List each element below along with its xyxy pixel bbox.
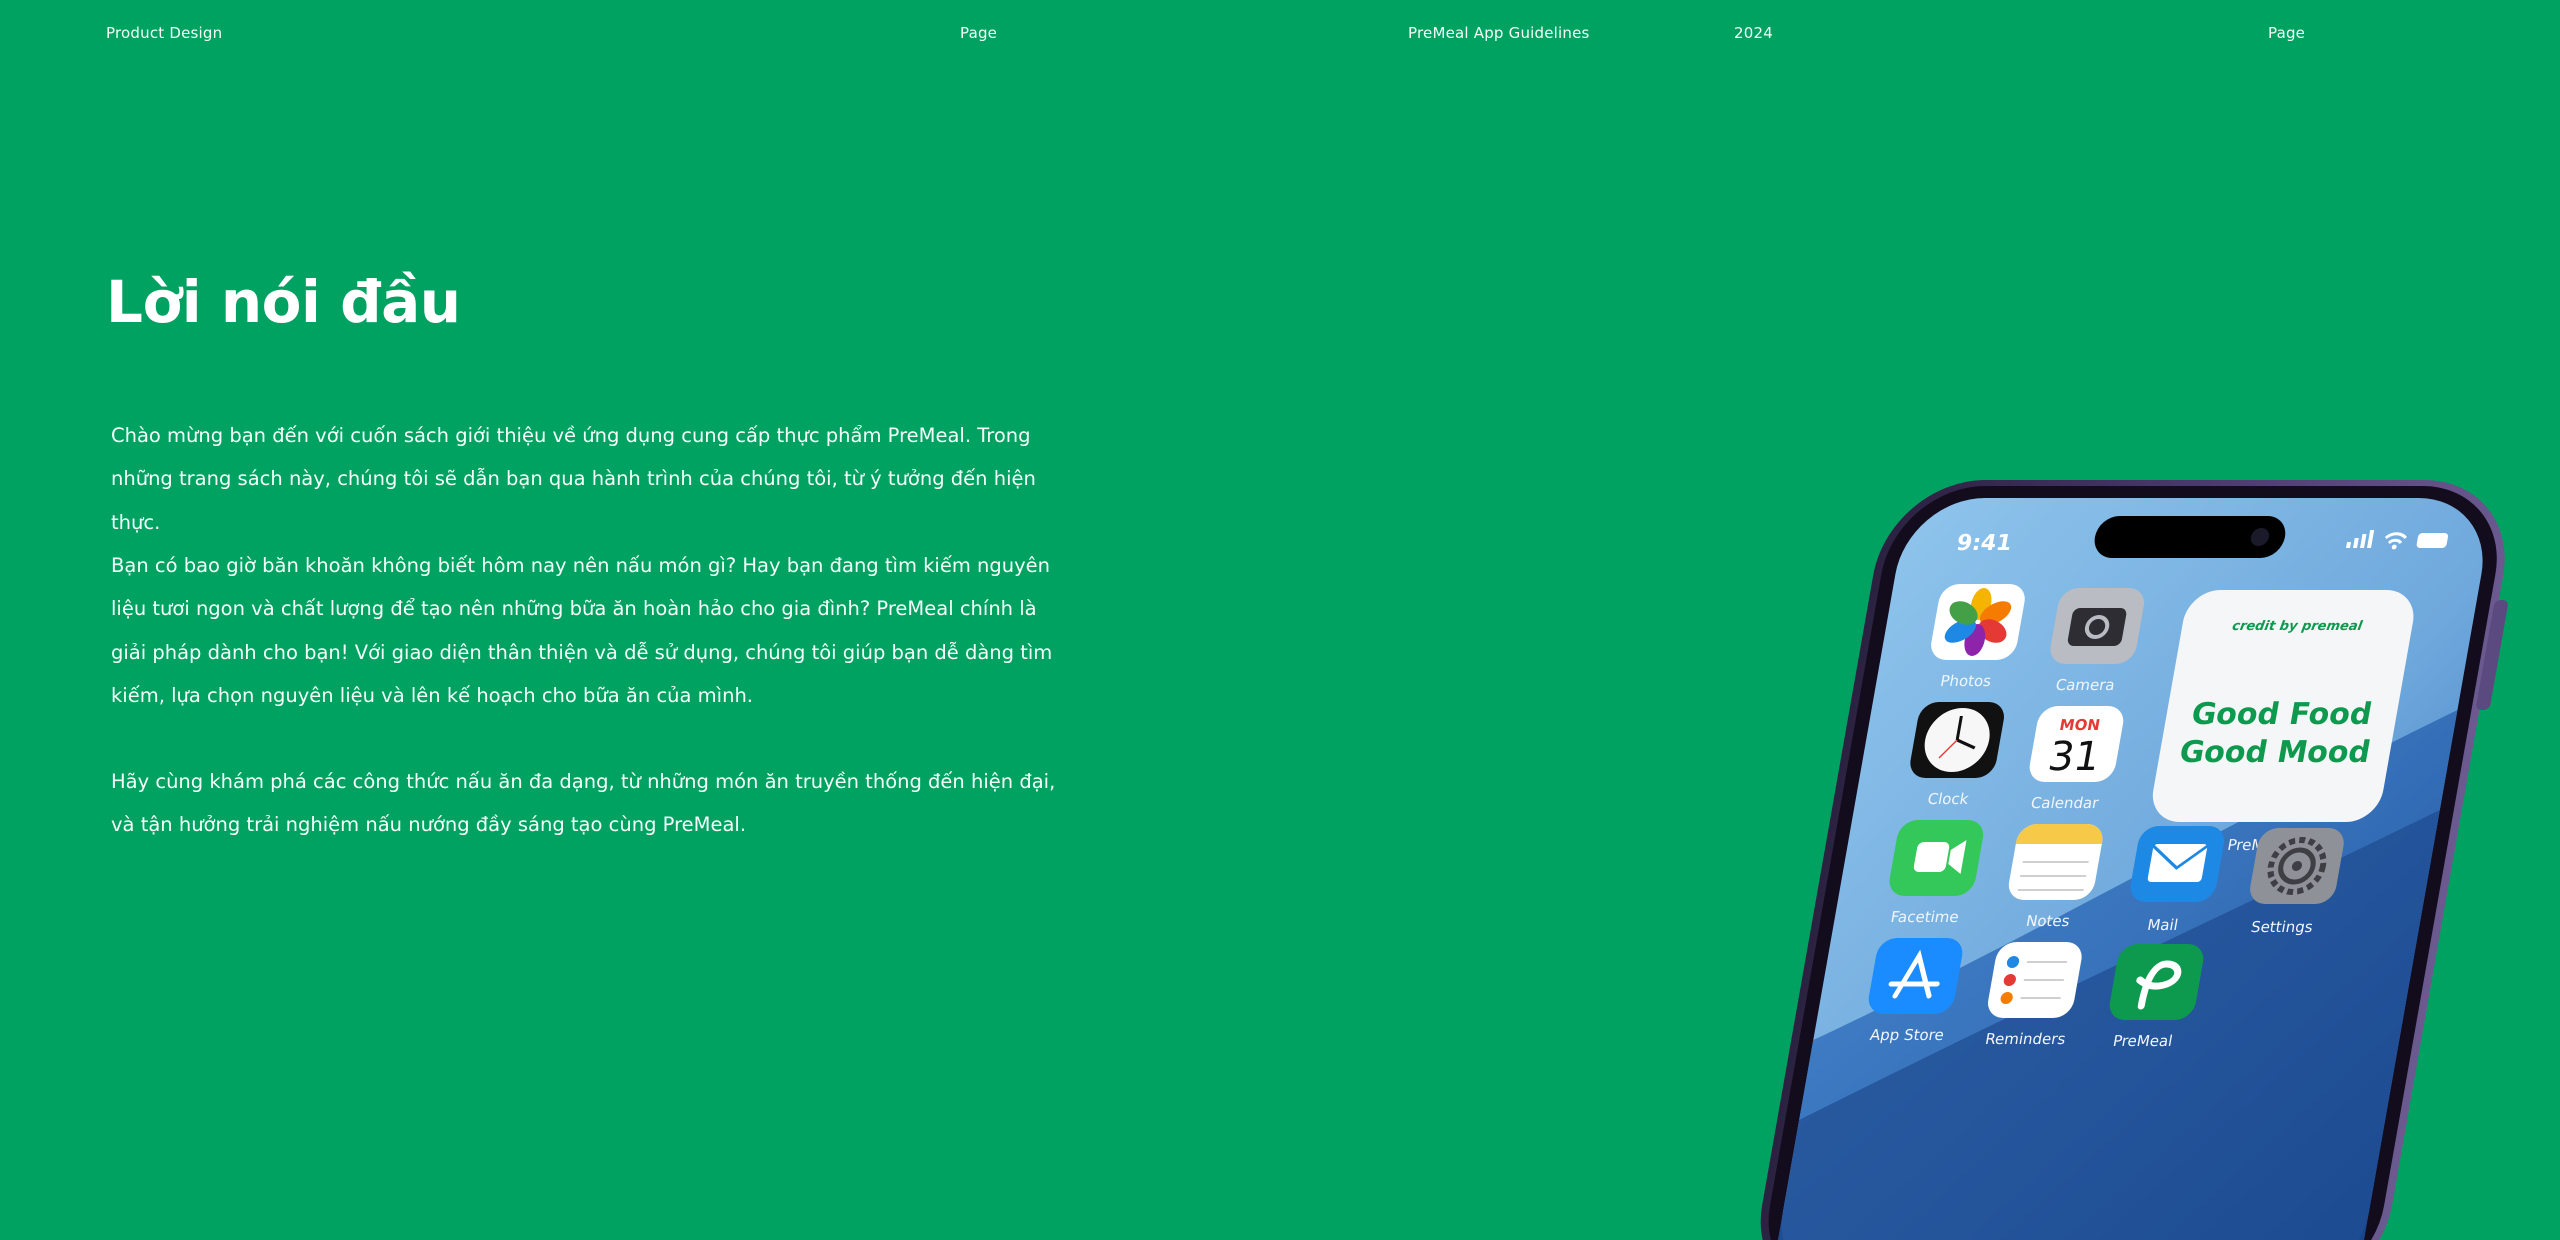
paragraph-explore: Hãy cùng khám phá các công thức nấu ăn đ… bbox=[111, 770, 1056, 837]
reminders-label: Reminders bbox=[1984, 1030, 2067, 1048]
mail-label: Mail bbox=[2146, 916, 2180, 934]
status-time: 9:41 bbox=[1955, 530, 2014, 556]
facetime-label: Facetime bbox=[1889, 908, 1960, 926]
settings-label: Settings bbox=[2250, 918, 2315, 936]
widget-line1: Good Food bbox=[2189, 697, 2375, 732]
paragraph-question: Bạn có bao giờ băn khoăn không biết hôm … bbox=[111, 554, 1053, 707]
photos-label: Photos bbox=[1939, 672, 1993, 690]
widget-line2: Good Mood bbox=[2177, 735, 2373, 770]
page-title: Lời nói đầu bbox=[106, 268, 461, 336]
phone-mockup: 9:41 Photos Camera credit by premeal Goo… bbox=[1720, 480, 2508, 1240]
premeal-app-label: PreMeal bbox=[2111, 1032, 2174, 1050]
paragraph-intro: Chào mừng bạn đến với cuốn sách giới thi… bbox=[111, 424, 1036, 534]
notes-label: Notes bbox=[2025, 912, 2072, 930]
header-year: 2024 bbox=[1734, 24, 1773, 42]
appstore-label: App Store bbox=[1869, 1026, 1946, 1044]
header-product-design: Product Design bbox=[106, 24, 223, 42]
widget-credit: credit by premeal bbox=[2231, 619, 2364, 634]
clock-label: Clock bbox=[1926, 790, 1970, 808]
header-guidelines: PreMeal App Guidelines bbox=[1408, 24, 1590, 42]
header-page-left: Page bbox=[960, 24, 998, 42]
appstore-icon bbox=[1868, 938, 1963, 1014]
calendar-day: 31 bbox=[2045, 733, 2104, 780]
calendar-label: Calendar bbox=[2029, 794, 2100, 812]
header-page-right: Page bbox=[2268, 24, 2306, 42]
camera-label: Camera bbox=[2054, 676, 2116, 694]
battery-icon bbox=[2416, 533, 2449, 548]
calendar-month: MON bbox=[2058, 716, 2101, 734]
premeal-app-icon bbox=[2109, 944, 2204, 1020]
